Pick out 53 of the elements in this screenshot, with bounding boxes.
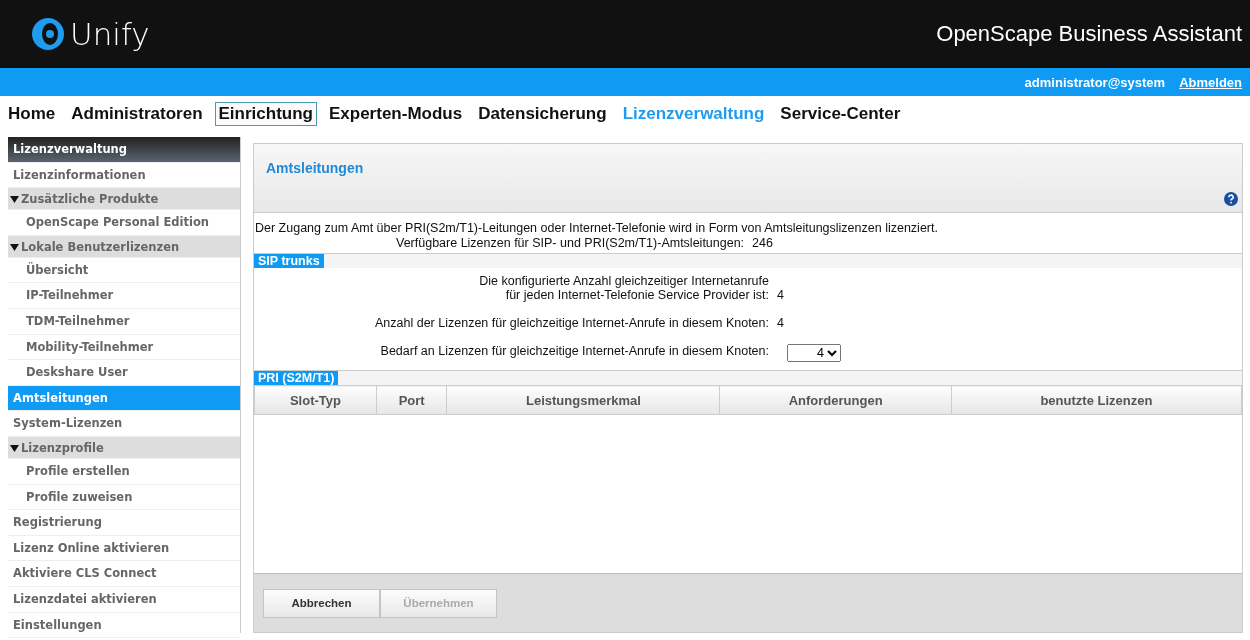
help-icon[interactable] <box>1224 192 1238 206</box>
sidebar-item[interactable]: Profile erstellen <box>8 458 240 485</box>
sidebar-item[interactable]: Einstellungen <box>8 612 240 639</box>
section-title: SIP trunks <box>254 254 324 268</box>
logout-link[interactable]: Abmelden <box>1179 74 1242 90</box>
available-label: Verfügbare Lizenzen für SIP- und PRI(S2m/T1)-Amtsleitungen: <box>396 236 745 250</box>
sidebar-item[interactable]: Amtsleitungen <box>8 385 240 412</box>
nav-tab[interactable]: Service-Center <box>776 102 905 126</box>
nav-tab[interactable]: Datensicherung <box>474 102 611 126</box>
sidebar-item[interactable]: Lizenzdatei aktivieren <box>8 586 240 613</box>
nav-tab[interactable]: Einrichtung <box>214 102 317 126</box>
sidebar-item[interactable]: Lizenz Online aktivieren <box>8 535 240 562</box>
nav-tab[interactable]: Experten-Modus <box>325 102 467 126</box>
sidebar-header: Lizenzverwaltung <box>8 137 240 163</box>
sidebar-item[interactable]: Mobility-Teilnehmer <box>8 334 240 361</box>
product-title: OpenScape Business Assistant <box>936 21 1242 47</box>
column-header: benutzte Lizenzen <box>951 385 1242 415</box>
field-value: 4 <box>777 288 784 302</box>
action-button[interactable]: Abbrechen <box>263 588 380 618</box>
sidebar-item[interactable]: TDM-Teilnehmer <box>8 308 240 335</box>
sidebar-item[interactable]: System-Lizenzen <box>8 411 240 437</box>
caret-down-icon <box>10 444 19 452</box>
sidebar-item[interactable]: Aktiviere CLS Connect <box>8 561 240 587</box>
panel-title: Amtsleitungen <box>266 160 364 176</box>
column-header: Leistungsmerkmal <box>446 385 720 415</box>
caret-down-icon <box>10 243 19 251</box>
nav-tab[interactable]: Home <box>4 102 60 126</box>
column-header: Anforderungen <box>719 385 952 415</box>
field-label: Die konfigurierte Anzahl gleichzeitiger Internetanrufe <box>478 274 769 288</box>
available-value: 246 <box>752 236 773 250</box>
logo-text: Unify <box>70 16 150 52</box>
caret-down-icon <box>10 196 19 204</box>
sidebar-group[interactable]: Lizenzprofile <box>8 436 240 459</box>
column-header: Slot-Typ <box>254 385 377 415</box>
field-label: für jeden Internet-Telefonie Service Provider ist: <box>504 288 769 302</box>
sidebar-item[interactable]: Übersicht <box>8 257 240 284</box>
column-header: Port <box>376 385 447 415</box>
field-label: Bedarf an Lizenzen für gleichzeitige Internet-Anrufe in diesem Knoten: <box>379 344 769 358</box>
section-title: PRI (S2M/T1) <box>254 371 339 385</box>
sidebar-item[interactable]: IP-Teilnehmer <box>8 283 240 309</box>
sidebar-item[interactable]: OpenScape Personal Edition <box>8 210 240 236</box>
field-value: 4 <box>777 316 784 330</box>
field-label: Anzahl der Lizenzen für gleichzeitige Internet-Anrufe in diesem Knoten: <box>374 316 769 330</box>
nav-tab[interactable]: Lizenzverwaltung <box>618 102 769 126</box>
sidebar-group[interactable]: Zusätzliche Produkte <box>8 188 240 211</box>
user-name: administrator@system <box>1024 74 1166 90</box>
nav-tab[interactable]: Administratoren <box>67 102 207 126</box>
sidebar-group[interactable]: Lokale Benutzerlizenzen <box>8 235 240 258</box>
logo-icon <box>30 16 66 52</box>
sidebar-item[interactable]: Profile zuweisen <box>8 484 240 511</box>
sidebar-item[interactable]: Registrierung <box>8 510 240 536</box>
count-dropdown[interactable]: 4 <box>787 344 841 362</box>
sidebar-item[interactable]: Deskshare User <box>8 360 240 386</box>
